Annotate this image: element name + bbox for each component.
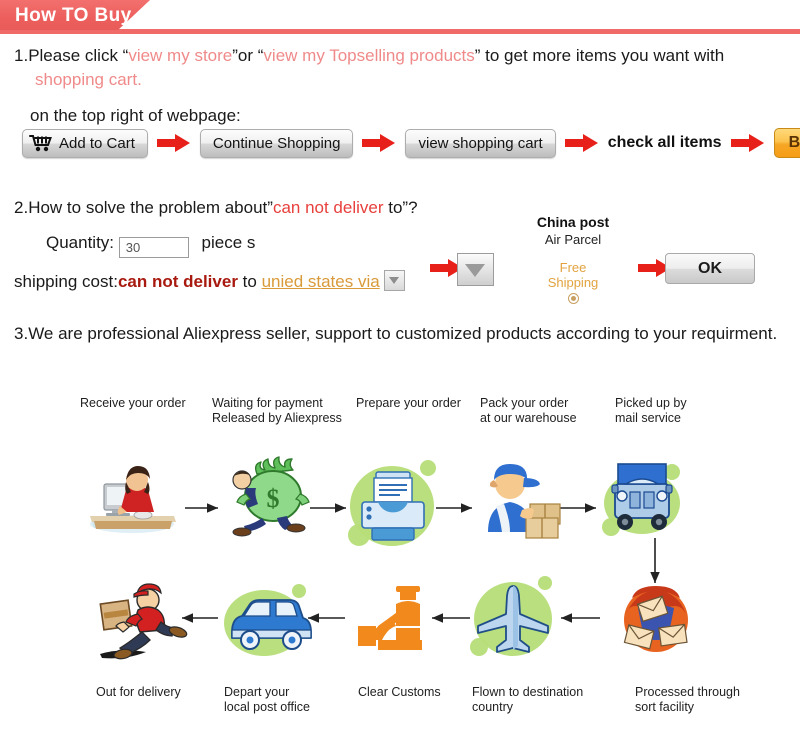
check-all-items-label[interactable]: check all items xyxy=(608,134,722,152)
arrow-right-icon-1 xyxy=(156,134,191,152)
flow-icon-pack-order xyxy=(474,454,564,540)
add-to-cart-button[interactable]: Add to Cart xyxy=(22,128,148,158)
truck-icon xyxy=(602,456,686,540)
page-header: How TO Buy xyxy=(0,0,800,34)
flow-icon-receive-order xyxy=(84,458,184,536)
step-1-line-2: shopping cart. xyxy=(14,68,724,92)
shipping-cost-row: shipping cost:can not deliver to unied s… xyxy=(14,270,418,294)
shipping-cost-label: shipping cost: xyxy=(14,272,118,291)
view-my-store-link[interactable]: view my store xyxy=(128,46,232,65)
arrow-right-icon-4 xyxy=(730,134,765,152)
ok-button-label: OK xyxy=(698,259,722,277)
money-bag-icon: $ xyxy=(222,450,314,538)
buy-now-button[interactable]: Buy now xyxy=(773,128,800,158)
person-at-computer-icon xyxy=(84,458,184,536)
step-2-text-2: to”? xyxy=(383,198,418,217)
flow-icon-flown-dest xyxy=(470,576,556,662)
flow-icon-out-delivery xyxy=(94,578,190,664)
step-1-block: 1.Please click “view my store”or “view m… xyxy=(14,44,724,128)
carrier-name: China post xyxy=(536,214,610,230)
shopping-cart-link[interactable]: shopping cart. xyxy=(35,70,142,89)
quantity-input[interactable] xyxy=(118,237,189,258)
step-3-number: 3. xyxy=(14,324,29,343)
flow-icon-depart-post xyxy=(222,580,314,660)
step-3-block: 3.We are professional Aliexpress seller,… xyxy=(14,322,777,346)
step-1-line-1: 1.Please click “view my store”or “view m… xyxy=(14,44,724,68)
country-select-link[interactable]: unied states via xyxy=(262,272,380,291)
free-shipping-label: Free Shipping xyxy=(528,260,618,290)
delivery-van-icon xyxy=(222,580,314,660)
header-baseline xyxy=(0,29,800,34)
free-shipping-radio[interactable] xyxy=(567,293,579,304)
flow-icon-waiting-payment: $ xyxy=(222,450,314,538)
quantity-label: Quantity: xyxy=(46,233,115,252)
flow-icon-sort-facility xyxy=(612,578,700,660)
arrow-right-icon-3 xyxy=(564,134,599,152)
shipping-to-text: to xyxy=(237,272,262,291)
step-1-text-1: Please click “ xyxy=(28,46,129,65)
view-shopping-cart-button[interactable]: view shopping cart xyxy=(405,128,556,158)
quantity-unit-label: piece s xyxy=(201,233,256,252)
worker-packing-icon xyxy=(474,454,564,540)
flow-icon-picked-up xyxy=(602,456,686,540)
ok-button[interactable]: OK xyxy=(665,253,755,284)
view-topselling-products-link[interactable]: view my Topselling products xyxy=(263,46,474,65)
view-shopping-cart-label: view shopping cart xyxy=(418,134,543,152)
shipping-method-dropdown[interactable] xyxy=(457,253,494,286)
free-shipping-line-1: Free xyxy=(559,260,587,275)
quantity-row: Quantity: piece s xyxy=(14,231,418,258)
flow-icon-prepare-order xyxy=(348,460,440,552)
step-2-number: 2. xyxy=(14,198,29,217)
customs-officer-icon xyxy=(352,582,432,654)
page-title: How TO Buy xyxy=(15,5,132,26)
carrier-service: Air Parcel xyxy=(544,232,602,247)
step-1-text-2: ”or “ xyxy=(232,46,264,65)
courier-running-icon xyxy=(94,578,190,664)
step-2-block: 2.How to solve the problem about”can not… xyxy=(14,196,418,294)
flow-connectors xyxy=(182,503,660,623)
shipping-cannot-deliver-text: can not deliver xyxy=(117,272,238,291)
step-3-text: We are professional Aliexpress seller, s… xyxy=(28,324,778,343)
shipping-process-flowchart: Receive your order Waiting for payment R… xyxy=(0,380,800,740)
free-shipping-line-2: Shipping xyxy=(547,275,599,290)
shopping-cart-icon xyxy=(29,134,53,152)
step-1-number: 1. xyxy=(14,46,29,65)
printer-icon xyxy=(348,460,440,552)
step-1-text-3: ” to get more items you want with xyxy=(474,46,725,65)
continue-shopping-label: Continue Shopping xyxy=(212,134,341,152)
mail-sorting-icon xyxy=(612,578,700,660)
step-1-line-3: on the top right of webpage: xyxy=(30,106,241,125)
country-dropdown-arrow-icon[interactable] xyxy=(384,270,406,291)
airplane-icon xyxy=(470,576,556,662)
add-to-cart-label: Add to Cart xyxy=(59,134,135,152)
step-2-line-1: 2.How to solve the problem about”can not… xyxy=(14,196,418,220)
flow-icon-clear-customs xyxy=(352,582,432,654)
svg-text:$: $ xyxy=(267,484,280,513)
buy-now-label: Buy now xyxy=(788,134,800,151)
continue-shopping-button[interactable]: Continue Shopping xyxy=(199,128,354,158)
purchase-flow-buttons: Add to Cart Continue Shopping view shopp… xyxy=(22,128,800,158)
step-2-text-1: How to solve the problem about” xyxy=(28,198,273,217)
cannot-deliver-highlight: can not deliver xyxy=(272,198,384,217)
arrow-right-icon-2 xyxy=(362,134,396,152)
china-post-block: China post Air Parcel Free Shipping xyxy=(528,214,618,304)
